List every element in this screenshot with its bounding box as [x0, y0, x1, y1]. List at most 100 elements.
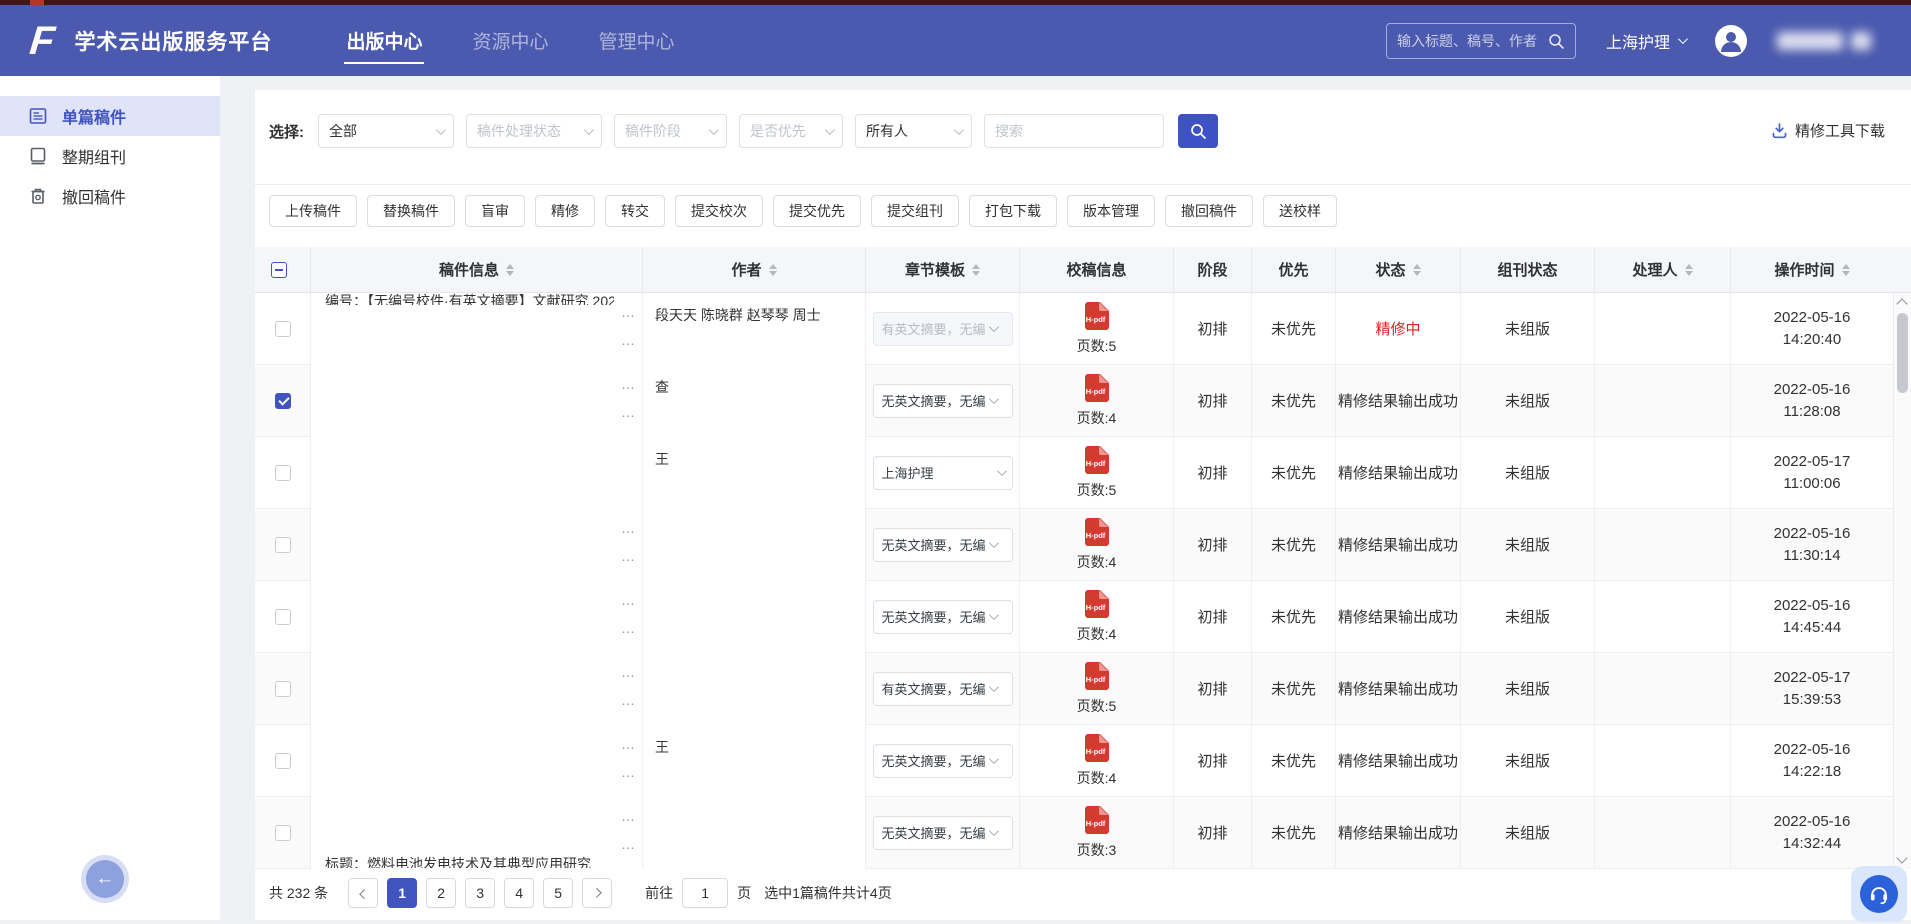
toolbar-button[interactable]: 送校样: [1263, 195, 1337, 227]
proof-pdf[interactable]: H-pdf 页数:5: [1077, 662, 1117, 716]
row-checkbox[interactable]: [275, 537, 291, 553]
table-header-cell[interactable]: 处理人: [1595, 247, 1731, 292]
nav-item-publish-center[interactable]: 出版中心: [344, 19, 424, 62]
row-checkbox[interactable]: [275, 465, 291, 481]
scroll-up-arrow-icon[interactable]: [1896, 298, 1907, 309]
pdf-icon[interactable]: H-pdf: [1083, 302, 1110, 333]
chapter-template-select[interactable]: 上海护理: [873, 456, 1013, 490]
chapter-template-select[interactable]: 有英文摘要，无编: [873, 672, 1013, 706]
filter-select-priority[interactable]: 是否优先: [739, 114, 843, 148]
scroll-down-arrow-icon[interactable]: [1896, 852, 1907, 863]
filter-select-process-status[interactable]: 稿件处理状态: [466, 114, 602, 148]
sort-icon[interactable]: [1413, 264, 1421, 276]
filter-select-stage[interactable]: 稿件阶段: [614, 114, 727, 148]
toolbar-button[interactable]: 上传稿件: [269, 195, 357, 227]
proof-pdf[interactable]: H-pdf 页数:4: [1077, 518, 1117, 572]
manuscript-info-cell[interactable]: 编号：【无编号校件·有英文摘要】文献研究 2021 … …: [311, 293, 643, 365]
table-header-cell[interactable]: 作者: [643, 247, 866, 292]
proof-pdf[interactable]: H-pdf 页数:3: [1077, 806, 1117, 860]
sidebar-item-single-manuscript[interactable]: 单篇稿件: [0, 96, 220, 136]
chat-float-button[interactable]: [1851, 866, 1907, 922]
proof-pdf[interactable]: H-pdf 页数:4: [1077, 734, 1117, 788]
proof-pdf[interactable]: H-pdf 页数:4: [1077, 590, 1117, 644]
goto-page-input[interactable]: [682, 878, 728, 908]
chapter-template-select[interactable]: 无英文摘要，无编: [873, 744, 1013, 778]
sort-icon[interactable]: [1685, 264, 1693, 276]
search-icon[interactable]: [1547, 32, 1565, 50]
toolbar-button[interactable]: 盲审: [465, 195, 525, 227]
pdf-icon[interactable]: H-pdf: [1083, 590, 1110, 621]
table-header-cell[interactable]: 组刊状态: [1461, 247, 1595, 292]
manuscript-info-cell[interactable]: … …: [311, 725, 643, 797]
toolbar-button[interactable]: 精修: [535, 195, 595, 227]
table-header-cell[interactable]: 校稿信息: [1020, 247, 1174, 292]
table-header-cell[interactable]: 章节模板: [866, 247, 1020, 292]
proof-pdf[interactable]: H-pdf 页数:5: [1077, 302, 1117, 356]
page-number-button[interactable]: 5: [543, 878, 573, 908]
page-number-button[interactable]: 4: [504, 878, 534, 908]
chapter-template-select[interactable]: 无英文摘要，无编: [873, 600, 1013, 634]
pdf-icon[interactable]: H-pdf: [1083, 518, 1110, 549]
sidebar-item-journal-issue[interactable]: 整期组刊: [0, 136, 220, 176]
row-checkbox[interactable]: [275, 753, 291, 769]
refine-tool-download-link[interactable]: 精修工具下载: [1771, 120, 1885, 141]
filter-search-input[interactable]: [984, 114, 1164, 148]
proof-pdf[interactable]: H-pdf 页数:4: [1077, 374, 1117, 428]
toolbar-button[interactable]: 提交优先: [773, 195, 861, 227]
toolbar-button[interactable]: 提交校次: [675, 195, 763, 227]
navbar-search-box[interactable]: [1386, 23, 1576, 59]
org-switcher[interactable]: 上海护理: [1606, 29, 1685, 53]
nav-item-resource-center[interactable]: 资源中心: [470, 19, 550, 62]
table-header-cell[interactable]: 阶段: [1174, 247, 1252, 292]
filter-select-scope[interactable]: 全部: [318, 114, 454, 148]
row-checkbox[interactable]: [275, 393, 291, 409]
manuscript-info-cell[interactable]: … …: [311, 365, 643, 437]
navbar-search-input[interactable]: [1397, 33, 1541, 49]
search-button[interactable]: [1178, 114, 1218, 148]
pdf-icon[interactable]: H-pdf: [1083, 446, 1110, 477]
manuscript-info-cell[interactable]: … …: [311, 581, 643, 653]
pdf-icon[interactable]: H-pdf: [1083, 734, 1110, 765]
manuscript-info-cell[interactable]: … …: [311, 437, 643, 509]
row-checkbox[interactable]: [275, 825, 291, 841]
pdf-icon[interactable]: H-pdf: [1083, 662, 1110, 693]
table-header-cell[interactable]: [255, 247, 311, 292]
proof-pdf[interactable]: H-pdf 页数:5: [1077, 446, 1117, 500]
sort-icon[interactable]: [506, 264, 514, 276]
row-checkbox[interactable]: [275, 609, 291, 625]
avatar[interactable]: [1715, 25, 1747, 57]
prev-page-button[interactable]: [348, 878, 378, 908]
toolbar-button[interactable]: 打包下载: [969, 195, 1057, 227]
toolbar-button[interactable]: 提交组刊: [871, 195, 959, 227]
table-header-cell[interactable]: 稿件信息: [311, 247, 643, 292]
sort-icon[interactable]: [1842, 264, 1850, 276]
chapter-template-select[interactable]: 无英文摘要，无编: [873, 528, 1013, 562]
sidebar-item-withdrawn-manuscript[interactable]: 撤回稿件: [0, 176, 220, 216]
toolbar-button[interactable]: 替换稿件: [367, 195, 455, 227]
table-header-cell[interactable]: 状态: [1336, 247, 1461, 292]
page-number-button[interactable]: 1: [387, 878, 417, 908]
manuscript-info-cell[interactable]: … …: [311, 653, 643, 725]
chapter-template-select[interactable]: 有英文摘要，无编: [873, 312, 1013, 346]
row-checkbox[interactable]: [275, 321, 291, 337]
toolbar-button[interactable]: 版本管理: [1067, 195, 1155, 227]
next-page-button[interactable]: [582, 878, 612, 908]
pdf-icon[interactable]: H-pdf: [1083, 806, 1110, 837]
manuscript-info-cell[interactable]: … …: [311, 509, 643, 581]
select-all-checkbox[interactable]: [271, 262, 287, 278]
toolbar-button[interactable]: 转交: [605, 195, 665, 227]
table-scrollbar[interactable]: [1893, 293, 1911, 869]
scrollbar-thumb[interactable]: [1897, 313, 1908, 393]
row-checkbox[interactable]: [275, 681, 291, 697]
page-number-button[interactable]: 2: [426, 878, 456, 908]
nav-item-manage-center[interactable]: 管理中心: [596, 19, 676, 62]
chapter-template-select[interactable]: 无英文摘要，无编: [873, 816, 1013, 850]
table-header-cell[interactable]: 操作时间: [1731, 247, 1893, 292]
page-number-button[interactable]: 3: [465, 878, 495, 908]
pdf-icon[interactable]: H-pdf: [1083, 374, 1110, 405]
manuscript-info-cell[interactable]: 标题：燃料电池发电技术及其典型应用研究 … …: [311, 797, 643, 869]
toolbar-button[interactable]: 撤回稿件: [1165, 195, 1253, 227]
sort-icon[interactable]: [769, 264, 777, 276]
back-float-button[interactable]: ←: [86, 860, 124, 898]
chapter-template-select[interactable]: 无英文摘要，无编: [873, 384, 1013, 418]
